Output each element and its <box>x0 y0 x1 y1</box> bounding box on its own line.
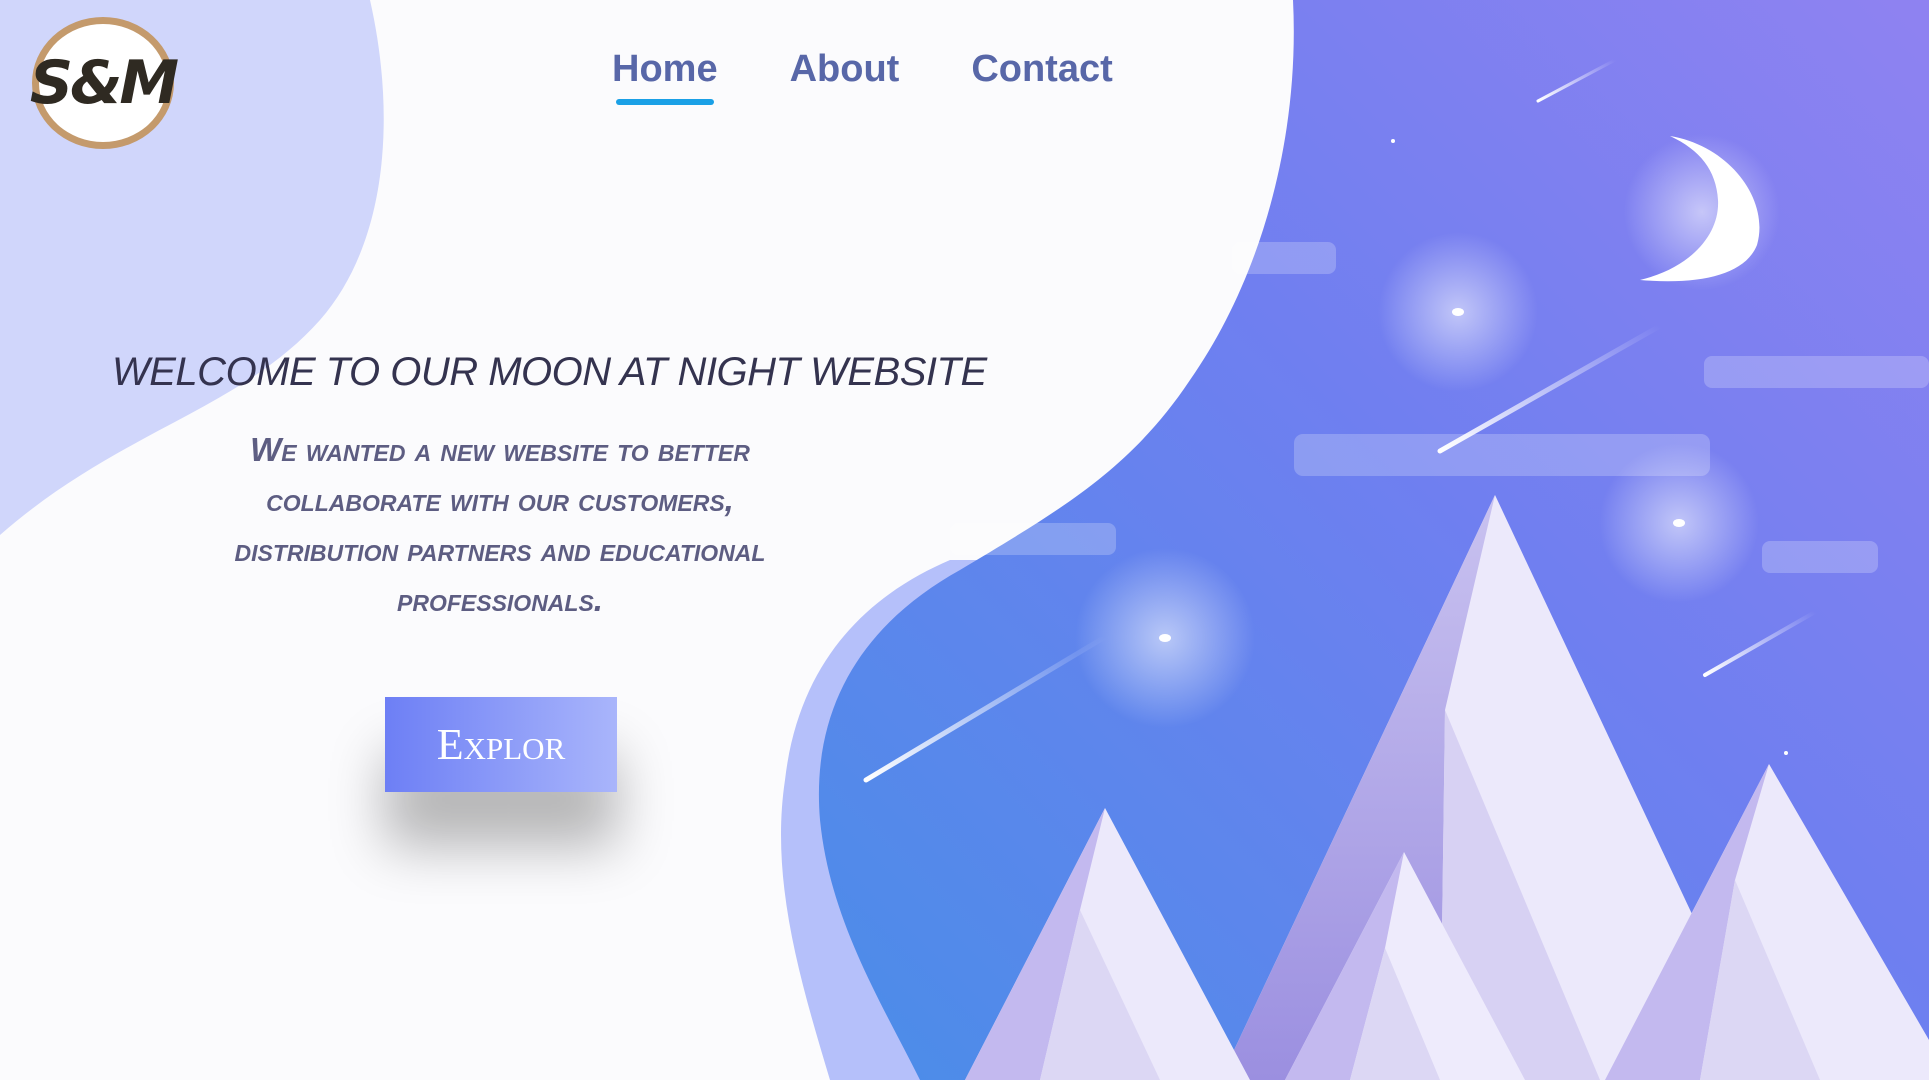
hero-description: We wanted a new website to better collab… <box>234 431 766 618</box>
hero-headline: WELCOME TO OUR MOON AT NIGHT WEBSITE <box>112 350 987 394</box>
main-nav: Home About Contact <box>612 48 1185 105</box>
nav-link-contact[interactable]: Contact <box>971 48 1112 91</box>
brand-logo[interactable]: S&M <box>29 17 179 149</box>
explore-button[interactable]: Explor <box>385 697 617 792</box>
nav-link-home[interactable]: Home <box>612 48 718 105</box>
landing-page: S&M Home About Contact WELCOME TO OUR MO… <box>0 0 1929 1080</box>
logo-text: S&M <box>29 48 179 118</box>
nav-link-about[interactable]: About <box>790 48 900 91</box>
